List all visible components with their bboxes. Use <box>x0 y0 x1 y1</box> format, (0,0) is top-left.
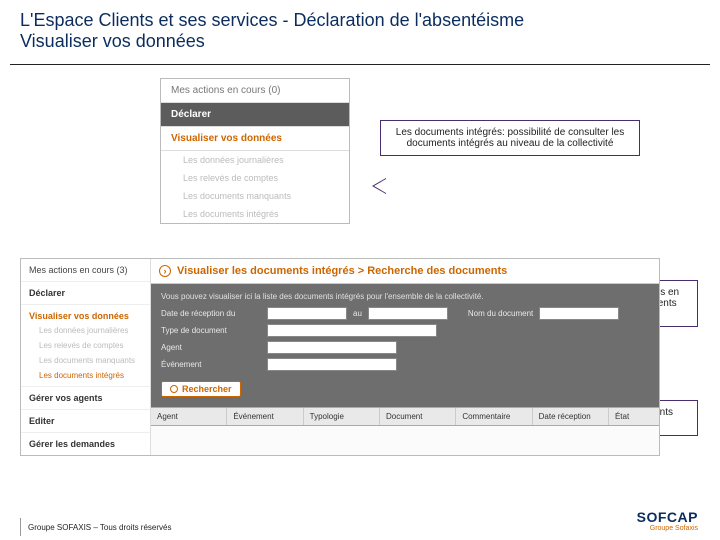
label-date-reception: Date de réception du <box>161 309 261 318</box>
logo-subtitle: Groupe Sofaxis <box>637 525 698 532</box>
menu-sub-integres[interactable]: Les documents intégrés <box>161 205 349 223</box>
search-icon <box>170 385 178 393</box>
app-sidebar: Mes actions en cours (3) Déclarer Visual… <box>21 259 151 455</box>
menu-sub-releves[interactable]: Les relevés de comptes <box>161 169 349 187</box>
col-document: Document <box>380 408 456 425</box>
sidebar-sub-releves[interactable]: Les relevés de comptes <box>21 338 150 353</box>
menu-panel-screenshot: Mes actions en cours (0) Déclarer Visual… <box>160 78 350 224</box>
sidebar-actions[interactable]: Mes actions en cours (3) <box>21 259 150 282</box>
sidebar-sub-manquants[interactable]: Les documents manquants <box>21 353 150 368</box>
slide-title: L'Espace Clients et ses services - Décla… <box>0 0 720 58</box>
sidebar-declarer[interactable]: Déclarer <box>21 282 150 305</box>
sidebar-visualiser[interactable]: Visualiser vos données <box>21 305 150 323</box>
col-agent: Agent <box>151 408 227 425</box>
label-au: au <box>353 309 362 318</box>
title-divider <box>10 64 710 65</box>
panel-title: Visualiser les documents intégrés > Rech… <box>177 265 507 277</box>
label-nom-document: Nom du document <box>468 309 533 318</box>
col-evenement: Événement <box>227 408 303 425</box>
label-agent: Agent <box>161 343 261 352</box>
app-screenshot: Mes actions en cours (3) Déclarer Visual… <box>20 258 660 456</box>
title-line-2: Visualiser vos données <box>20 31 700 52</box>
callout-documents-integres: Les documents intégrés: possibilité de c… <box>380 120 640 156</box>
sidebar-sub-journalieres[interactable]: Les données journalières <box>21 323 150 338</box>
app-main: › Visualiser les documents intégrés > Re… <box>151 259 659 455</box>
sidebar-gerer-demandes[interactable]: Gérer les demandes <box>21 433 150 455</box>
search-button-label: Rechercher <box>182 384 232 394</box>
footer-copyright: Groupe SOFAXIS – Tous droits réservés <box>28 523 171 532</box>
col-commentaire: Commentaire <box>456 408 532 425</box>
menu-declarer[interactable]: Déclarer <box>161 103 349 127</box>
refresh-icon: › <box>159 265 171 277</box>
menu-sub-journalieres[interactable]: Les données journalières <box>161 151 349 169</box>
input-date-to[interactable] <box>368 307 448 320</box>
brand-logo: SOFCAP Groupe Sofaxis <box>637 509 698 532</box>
sidebar-sub-integres[interactable]: Les documents intégrés <box>21 368 150 387</box>
callout-tail-1 <box>372 178 386 194</box>
title-line-1: L'Espace Clients et ses services - Décla… <box>20 10 700 31</box>
logo-name: SOFCAP <box>637 509 698 525</box>
input-evenement[interactable] <box>267 358 397 371</box>
menu-actions-en-cours[interactable]: Mes actions en cours (0) <box>161 79 349 103</box>
search-button[interactable]: Rechercher <box>161 381 241 397</box>
filter-form: Vous pouvez visualiser ici la liste des … <box>151 284 659 407</box>
input-agent[interactable] <box>267 341 397 354</box>
footer-bar <box>20 518 21 536</box>
col-etat: État <box>609 408 659 425</box>
sidebar-gerer-agents[interactable]: Gérer vos agents <box>21 387 150 410</box>
label-evenement: Événement <box>161 360 261 369</box>
input-nom-document[interactable] <box>539 307 619 320</box>
panel-description: Vous pouvez visualiser ici la liste des … <box>161 292 649 301</box>
select-type-document[interactable] <box>267 324 437 337</box>
menu-sub-manquants[interactable]: Les documents manquants <box>161 187 349 205</box>
results-table-header: Agent Événement Typologie Document Comme… <box>151 407 659 426</box>
menu-visualiser[interactable]: Visualiser vos données <box>161 127 349 151</box>
sidebar-editer[interactable]: Editer <box>21 410 150 433</box>
panel-header: › Visualiser les documents intégrés > Re… <box>151 259 659 284</box>
input-date-from[interactable] <box>267 307 347 320</box>
col-typologie: Typologie <box>304 408 380 425</box>
label-type-document: Type de document <box>161 326 261 335</box>
col-date-reception: Date réception <box>533 408 609 425</box>
